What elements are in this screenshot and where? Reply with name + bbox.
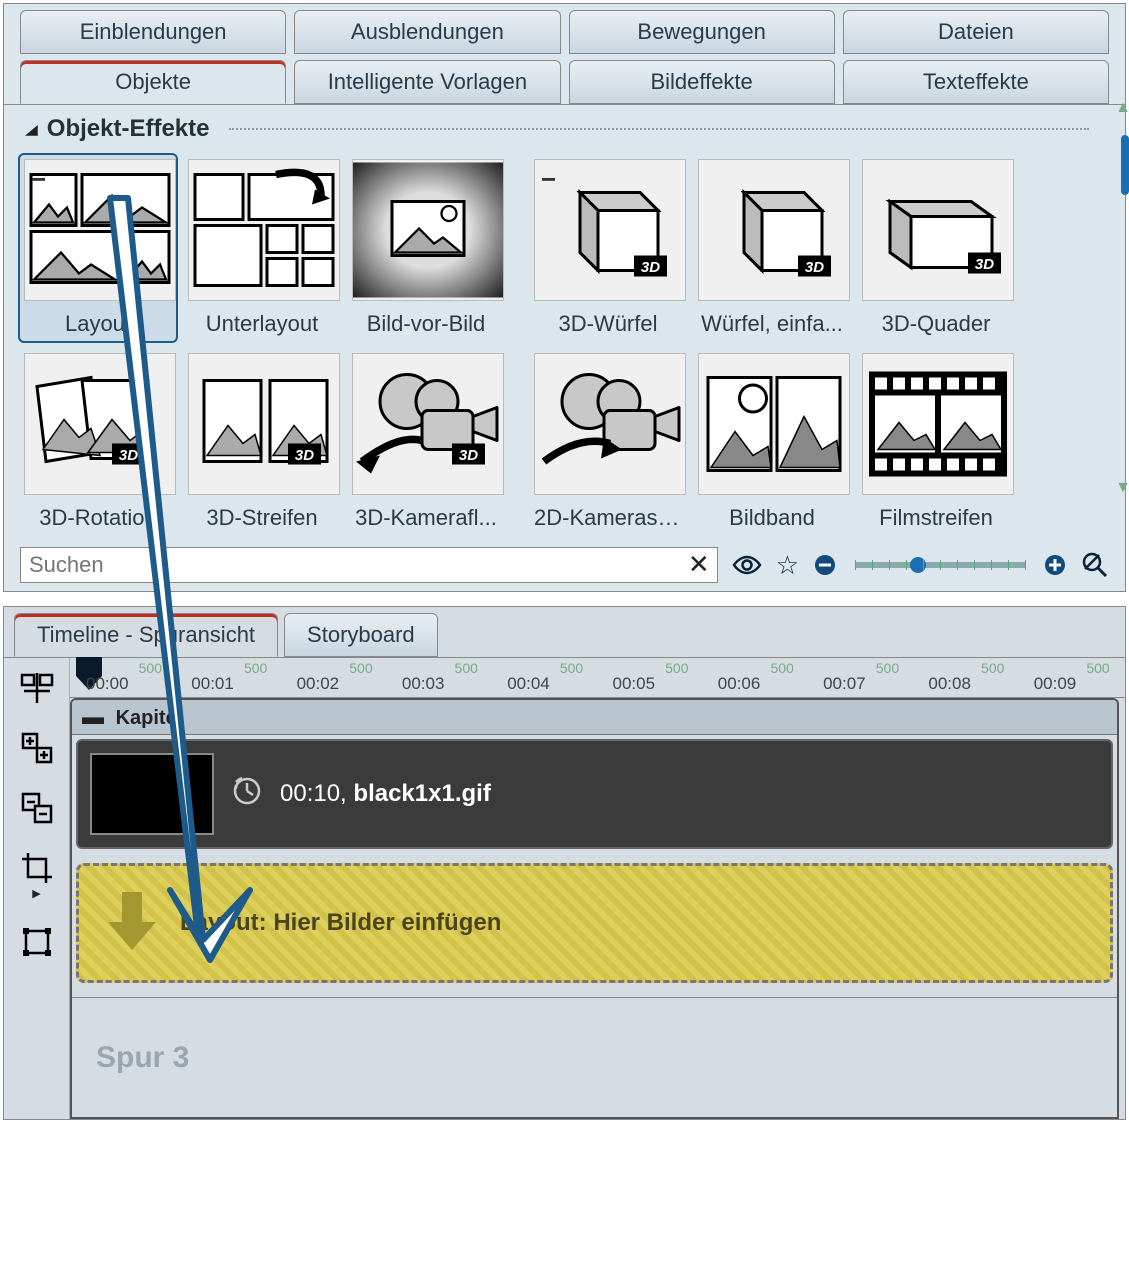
tab-timeline-spuransicht[interactable]: Timeline - Spuransicht xyxy=(14,613,278,657)
ruler-tick-major: 00:03 xyxy=(402,674,445,694)
tab-texteffekte[interactable]: Texteffekte xyxy=(843,60,1109,104)
tool-crop-icon[interactable]: ▶ xyxy=(17,848,57,888)
effect-bildband[interactable]: Bildband xyxy=(692,347,852,537)
ruler-tick-major: 00:01 xyxy=(191,674,234,694)
effect-label: Bildband xyxy=(698,505,846,531)
effect-label: 3D-Quader xyxy=(862,311,1010,337)
track-label: Spur 3 xyxy=(96,1041,189,1075)
effect-unterlayout[interactable]: Unterlayout xyxy=(182,153,342,343)
ruler-tick-minor: 500 xyxy=(349,660,372,676)
tab-bildeffekte[interactable]: Bildeffekte xyxy=(569,60,835,104)
duration-icon xyxy=(232,776,262,813)
tab-intelligente-vorlagen[interactable]: Intelligente Vorlagen xyxy=(294,60,560,104)
zoom-out-icon[interactable] xyxy=(813,553,837,577)
svg-text:3D: 3D xyxy=(975,256,994,273)
chapter-title: Kapitel xyxy=(116,707,183,729)
visibility-icon[interactable] xyxy=(732,554,762,576)
effect-wuerfel-einfach[interactable]: 3D Würfel, einfa... xyxy=(692,153,852,343)
tab-objekte[interactable]: Objekte xyxy=(20,60,286,104)
svg-text:3D: 3D xyxy=(459,447,478,464)
section-title: Objekt-Effekte xyxy=(47,115,210,143)
effect-label: 3D-Würfel xyxy=(534,311,682,337)
down-arrow-icon xyxy=(104,886,160,961)
collapse-chapter-icon[interactable]: ▬ xyxy=(82,704,104,729)
tool-split-icon[interactable] xyxy=(17,668,57,708)
clip-label: 00:10, black1x1.gif xyxy=(280,780,491,808)
effect-label: 3D-Streifen xyxy=(188,505,336,531)
ruler-tick-major: 00:04 xyxy=(507,674,550,694)
ruler-tick-major: 00:09 xyxy=(1034,674,1077,694)
ruler-tick-major: 00:08 xyxy=(928,674,971,694)
ruler-tick-major: 00:07 xyxy=(823,674,866,694)
clip-thumbnail xyxy=(90,753,214,835)
effect-label: Würfel, einfa... xyxy=(698,311,846,337)
effect-bild-vor-bild[interactable]: Bild-vor-Bild xyxy=(346,153,506,343)
effects-grid: − Layout xyxy=(4,153,1111,543)
ruler-tick-major: 00:05 xyxy=(613,674,656,694)
ruler-tick-major: 00:00 xyxy=(86,674,129,694)
effect-label: 3D-Kamerafl... xyxy=(352,505,500,531)
ruler-tick-minor: 500 xyxy=(560,660,583,676)
tab-bewegungen[interactable]: Bewegungen xyxy=(569,10,835,54)
favorite-icon[interactable]: ☆ xyxy=(776,550,799,581)
dropzone-label: Layout: Hier Bilder einfügen xyxy=(180,909,501,937)
timeline-panel: Timeline - Spuransicht Storyboard ▶ xyxy=(3,606,1126,1120)
ruler-tick-minor: 500 xyxy=(455,660,478,676)
zoom-slider[interactable] xyxy=(855,562,1025,568)
effects-panel: Einblendungen Ausblendungen Bewegungen D… xyxy=(3,3,1126,592)
zoom-reset-icon[interactable] xyxy=(1081,551,1109,579)
ruler-tick-minor: 500 xyxy=(876,660,899,676)
svg-text:3D: 3D xyxy=(641,259,660,276)
effect-3d-rotation[interactable]: 3D 3D-Rotation xyxy=(18,347,178,537)
minus-icon: − xyxy=(541,164,556,195)
effect-2d-kameraschwenk[interactable]: 2D-Kamerasc... xyxy=(528,347,688,537)
ruler-tick-major: 00:06 xyxy=(718,674,761,694)
tool-add-track-icon[interactable] xyxy=(17,728,57,768)
effect-label: Layout xyxy=(24,311,172,337)
track-spur3[interactable]: Spur 3 xyxy=(72,997,1117,1117)
zoom-in-icon[interactable] xyxy=(1043,553,1067,577)
tab-storyboard[interactable]: Storyboard xyxy=(284,613,438,657)
effect-label: Bild-vor-Bild xyxy=(352,311,500,337)
effect-label: 2D-Kamerasc... xyxy=(534,505,682,531)
ruler-tick-minor: 500 xyxy=(981,660,1004,676)
ruler-tick-minor: 500 xyxy=(1086,660,1109,676)
minus-icon: − xyxy=(31,164,46,195)
ruler-tick-major: 00:02 xyxy=(297,674,340,694)
clear-search-icon[interactable]: ✕ xyxy=(688,549,710,580)
effect-label: 3D-Rotation xyxy=(24,505,172,531)
ruler-tick-minor: 500 xyxy=(770,660,793,676)
timeline-ruler[interactable]: 00:00 500 00:01 500 00:02 500 00:03 500 00:04 500… xyxy=(70,658,1125,698)
primary-tab-row: Einblendungen Ausblendungen Bewegungen D… xyxy=(4,4,1125,54)
layout-dropzone[interactable]: Layout: Hier Bilder einfügen xyxy=(76,863,1113,983)
tab-dateien[interactable]: Dateien xyxy=(843,10,1109,54)
timeline-tracks: ▬ Kapitel 00:10, black1x1.gif xyxy=(70,698,1119,1119)
svg-text:3D: 3D xyxy=(805,259,824,276)
secondary-tab-row: Objekte Intelligente Vorlagen Bildeffekt… xyxy=(4,54,1125,105)
search-input[interactable] xyxy=(20,547,718,583)
effect-3d-quader[interactable]: 3D 3D-Quader xyxy=(856,153,1016,343)
ruler-tick-minor: 500 xyxy=(139,660,162,676)
ruler-tick-minor: 500 xyxy=(244,660,267,676)
svg-text:3D: 3D xyxy=(295,447,314,464)
tool-remove-track-icon[interactable] xyxy=(17,788,57,828)
effect-3d-kameraflug[interactable]: 3D 3D-Kamerafl... xyxy=(346,347,506,537)
timeline-toolbar: ▶ xyxy=(4,658,70,1119)
effect-label: Filmstreifen xyxy=(862,505,1010,531)
effect-layout[interactable]: − Layout xyxy=(18,153,178,343)
effect-3d-streifen[interactable]: 3D 3D-Streifen xyxy=(182,347,342,537)
ruler-tick-minor: 500 xyxy=(665,660,688,676)
search-input-wrapper: ✕ xyxy=(20,547,718,583)
tool-bounds-icon[interactable] xyxy=(17,922,57,962)
tab-einblendungen[interactable]: Einblendungen xyxy=(20,10,286,54)
effect-filmstreifen[interactable]: Filmstreifen xyxy=(856,347,1016,537)
chapter-header[interactable]: ▬ Kapitel xyxy=(72,700,1117,735)
tab-ausblendungen[interactable]: Ausblendungen xyxy=(294,10,560,54)
effect-label: Unterlayout xyxy=(188,311,336,337)
effect-3d-wuerfel[interactable]: − 3D 3D-Würfel xyxy=(528,153,688,343)
clip-row[interactable]: 00:10, black1x1.gif xyxy=(76,739,1113,849)
svg-text:3D: 3D xyxy=(119,447,138,464)
collapse-icon[interactable]: ◢ xyxy=(25,121,38,138)
scrollbar[interactable]: ▲ ▼ xyxy=(1121,105,1129,543)
